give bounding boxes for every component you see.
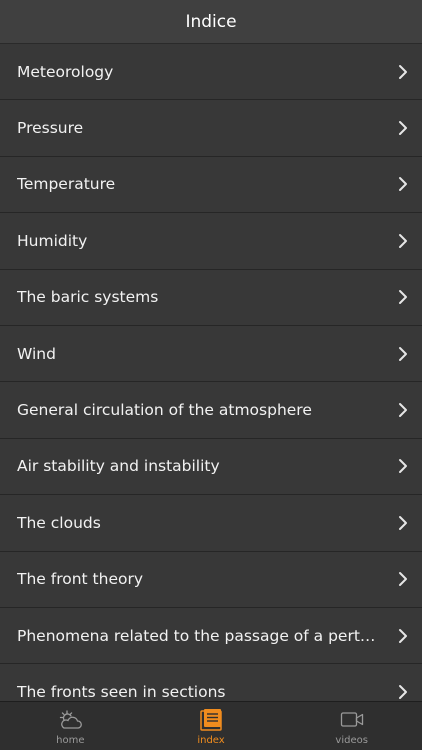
list-item-label: Phenomena related to the passage of a pe… <box>17 626 386 645</box>
list-item-label: The front theory <box>17 570 144 589</box>
weather-sun-cloud-icon <box>60 710 83 729</box>
tab-label: index <box>197 735 225 746</box>
list-item-general-circulation[interactable]: General circulation of the atmosphere <box>0 382 422 439</box>
list-item-phenomena-perturbation[interactable]: Phenomena related to the passage of a pe… <box>0 607 422 665</box>
list-item-pressure[interactable]: Pressure <box>0 100 422 157</box>
list-item-label: The fronts seen in sections <box>17 682 226 701</box>
index-list[interactable]: Meteorology Pressure Temperature Humidit… <box>0 44 422 701</box>
list-item-fronts-sections[interactable]: The fronts seen in sections <box>0 664 422 701</box>
list-item-label: Meteorology <box>17 62 114 81</box>
tab-bar: home index videos <box>0 701 422 750</box>
chevron-right-icon <box>399 684 407 699</box>
tab-index[interactable]: index <box>141 702 282 750</box>
chevron-right-icon <box>399 64 407 79</box>
page-title: Indice <box>185 11 237 32</box>
navigation-bar: Indice <box>0 0 422 44</box>
tab-label: home <box>56 735 85 746</box>
document-index-icon <box>200 709 222 731</box>
chevron-right-icon <box>399 459 407 474</box>
list-item-label: Pressure <box>17 119 84 138</box>
list-item-humidity[interactable]: Humidity <box>0 213 422 270</box>
list-item-temperature[interactable]: Temperature <box>0 156 422 214</box>
chevron-right-icon <box>399 403 407 418</box>
chevron-right-icon <box>399 177 407 192</box>
tab-label: videos <box>335 735 368 746</box>
chevron-right-icon <box>399 515 407 530</box>
list-item-baric-systems[interactable]: The baric systems <box>0 269 422 326</box>
list-item-label: Temperature <box>17 175 116 194</box>
chevron-right-icon <box>399 572 407 587</box>
chevron-right-icon <box>399 628 407 643</box>
list-item-wind[interactable]: Wind <box>0 325 422 383</box>
list-item-label: The clouds <box>17 513 101 532</box>
list-item-front-theory[interactable]: The front theory <box>0 551 422 608</box>
list-item-meteorology[interactable]: Meteorology <box>0 44 422 101</box>
list-item-label: Humidity <box>17 231 88 250</box>
list-item-air-stability[interactable]: Air stability and instability <box>0 438 422 496</box>
list-item-label: Air stability and instability <box>17 457 220 476</box>
tab-videos[interactable]: videos <box>281 702 422 750</box>
list-item-clouds[interactable]: The clouds <box>0 495 422 552</box>
chevron-right-icon <box>399 290 407 305</box>
chevron-right-icon <box>399 233 407 248</box>
chevron-right-icon <box>399 121 407 136</box>
list-item-label: Wind <box>17 344 56 363</box>
list-item-label: General circulation of the atmosphere <box>17 401 312 420</box>
tab-home[interactable]: home <box>0 702 141 750</box>
chevron-right-icon <box>399 346 407 361</box>
video-camera-icon <box>340 712 363 727</box>
list-item-label: The baric systems <box>17 288 159 307</box>
